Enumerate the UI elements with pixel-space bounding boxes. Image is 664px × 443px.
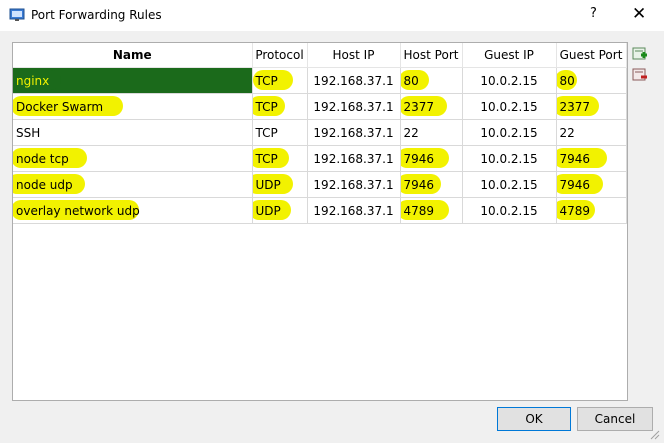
table-row[interactable]: overlay network udp UDP 192.168.37.1 478… [13, 197, 627, 224]
cell-guest-port[interactable]: 7946 [556, 171, 627, 198]
cell-host-ip[interactable]: 192.168.37.1 [307, 93, 401, 120]
rules-table: Name Protocol Host IP Host Port Guest IP… [13, 43, 627, 224]
column-header-protocol[interactable]: Protocol [252, 43, 308, 68]
cell-guest-ip[interactable]: 10.0.2.15 [462, 145, 557, 172]
cell-name[interactable]: SSH [13, 119, 253, 146]
cell-guest-port[interactable]: 22 [556, 119, 627, 146]
cell-protocol[interactable]: TCP [252, 119, 308, 146]
table-row[interactable]: SSH TCP 192.168.37.1 22 10.0.2.15 22 [13, 119, 627, 146]
cell-protocol[interactable]: TCP [252, 93, 308, 120]
cell-protocol[interactable]: TCP [252, 145, 308, 172]
table-row[interactable]: node udp UDP 192.168.37.1 7946 10.0.2.15… [13, 171, 627, 198]
cell-guest-ip[interactable]: 10.0.2.15 [462, 171, 557, 198]
ok-button[interactable]: OK [497, 407, 571, 431]
cell-host-ip[interactable]: 192.168.37.1 [307, 197, 401, 224]
column-header-host-port[interactable]: Host Port [400, 43, 463, 68]
title-bar: Port Forwarding Rules ? ✕ [0, 0, 664, 31]
cell-protocol[interactable]: TCP [252, 67, 308, 94]
cell-protocol[interactable]: UDP [252, 171, 308, 198]
remove-rule-icon[interactable] [632, 67, 648, 83]
cancel-button[interactable]: Cancel [577, 407, 653, 431]
cell-name[interactable]: node tcp [13, 145, 253, 172]
cell-host-port[interactable]: 7946 [400, 145, 463, 172]
cell-guest-port[interactable]: 2377 [556, 93, 627, 120]
cell-host-port[interactable]: 2377 [400, 93, 463, 120]
cell-host-port[interactable]: 22 [400, 119, 463, 146]
window-title: Port Forwarding Rules [31, 8, 162, 22]
table-row[interactable]: Docker Swarm TCP 192.168.37.1 2377 10.0.… [13, 93, 627, 120]
rules-table-frame: Name Protocol Host IP Host Port Guest IP… [12, 42, 628, 401]
cell-guest-port[interactable]: 80 [556, 67, 627, 94]
cell-name[interactable]: Docker Swarm [13, 93, 253, 120]
cell-protocol[interactable]: UDP [252, 197, 308, 224]
resize-grip-icon[interactable] [648, 428, 660, 440]
cell-host-ip[interactable]: 192.168.37.1 [307, 145, 401, 172]
cell-host-ip[interactable]: 192.168.37.1 [307, 171, 401, 198]
cell-host-port[interactable]: 4789 [400, 197, 463, 224]
column-header-host-ip[interactable]: Host IP [307, 43, 401, 68]
cell-guest-ip[interactable]: 10.0.2.15 [462, 67, 557, 94]
column-header-guest-ip[interactable]: Guest IP [462, 43, 557, 68]
cell-name[interactable]: node udp [13, 171, 253, 198]
cell-host-port[interactable]: 7946 [400, 171, 463, 198]
table-row[interactable]: node tcp TCP 192.168.37.1 7946 10.0.2.15… [13, 145, 627, 172]
network-icon [9, 8, 25, 21]
cell-name[interactable]: nginx [13, 67, 253, 94]
cell-name[interactable]: overlay network udp [13, 197, 253, 224]
cell-guest-ip[interactable]: 10.0.2.15 [462, 93, 557, 120]
column-header-name[interactable]: Name [13, 43, 253, 68]
column-header-guest-port[interactable]: Guest Port [556, 43, 627, 68]
close-button[interactable]: ✕ [632, 4, 646, 24]
cell-host-ip[interactable]: 192.168.37.1 [307, 67, 401, 94]
table-row[interactable]: nginx TCP 192.168.37.1 80 10.0.2.15 80 [13, 67, 627, 94]
cell-guest-port[interactable]: 4789 [556, 197, 627, 224]
cell-guest-port[interactable]: 7946 [556, 145, 627, 172]
help-button[interactable]: ? [590, 6, 597, 21]
cell-guest-ip[interactable]: 10.0.2.15 [462, 119, 557, 146]
cell-guest-ip[interactable]: 10.0.2.15 [462, 197, 557, 224]
add-rule-icon[interactable] [632, 46, 648, 62]
cell-host-ip[interactable]: 192.168.37.1 [307, 119, 401, 146]
cell-host-port[interactable]: 80 [400, 67, 463, 94]
